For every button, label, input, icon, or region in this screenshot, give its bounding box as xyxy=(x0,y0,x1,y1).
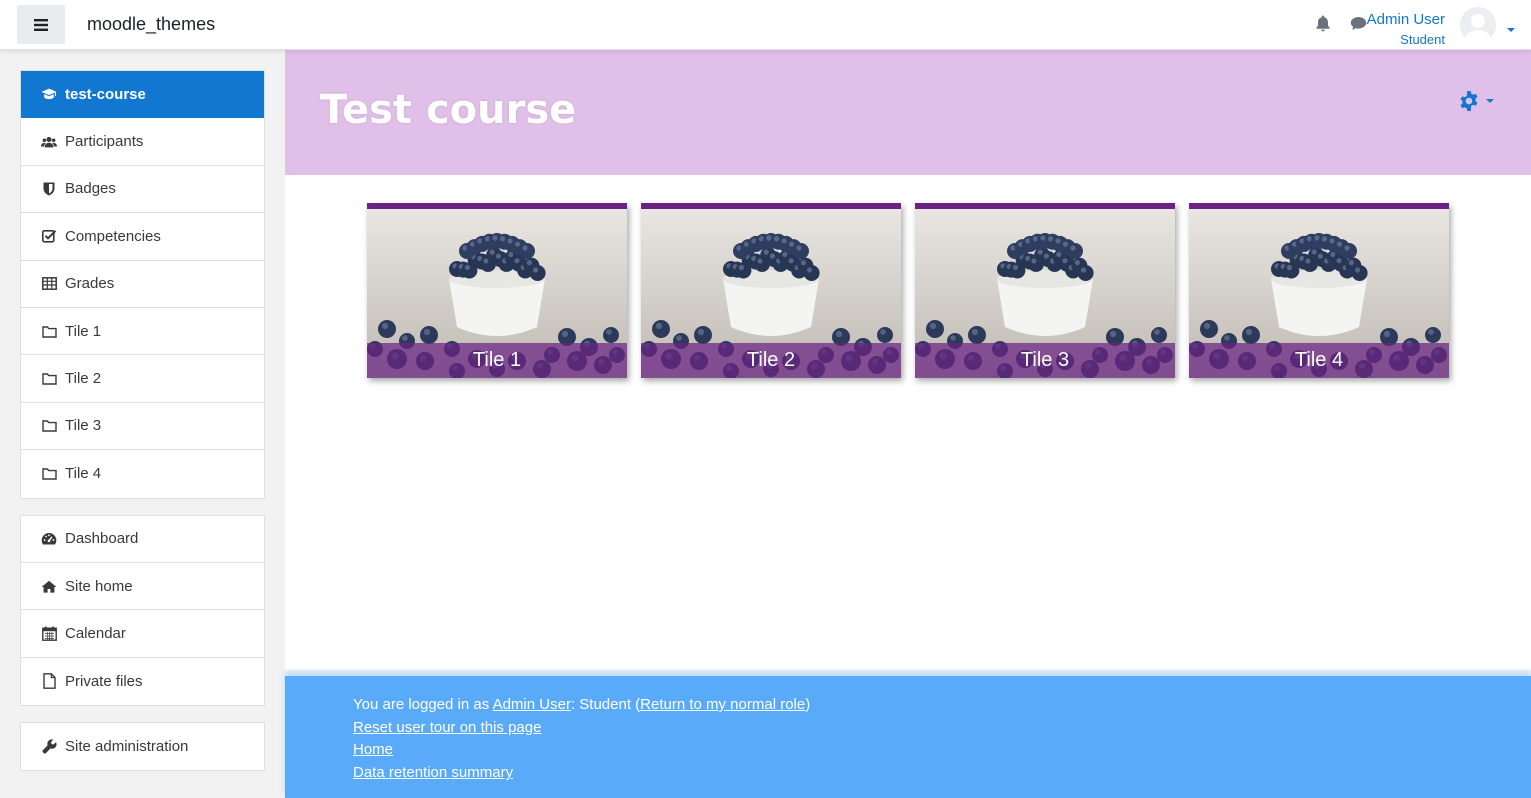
sidebar-item-label: Grades xyxy=(65,275,115,293)
sidebar-item-label: Competencies xyxy=(65,227,161,245)
nav-drawer-toggle-button[interactable] xyxy=(17,5,65,44)
role-text: : Student ( xyxy=(570,696,641,713)
shield-icon xyxy=(41,181,57,197)
user-avatar-icon xyxy=(1460,7,1496,43)
sidebar-item-label: Badges xyxy=(65,180,116,198)
nav-drawer: test-course Participants Badges Competen… xyxy=(20,70,265,787)
folder-icon xyxy=(41,323,57,339)
user-profile-link[interactable]: Admin User xyxy=(493,696,571,713)
page-footer: You are logged in as Admin User: Student… xyxy=(285,676,1531,798)
sidebar-item-label: Tile 4 xyxy=(65,465,102,483)
graduation-cap-icon xyxy=(41,86,57,102)
sidebar-item-label: Tile 2 xyxy=(65,370,102,388)
top-navbar: moodle_themes Admin User Student xyxy=(0,0,1531,50)
sidebar-item-tile-4[interactable]: Tile 4 xyxy=(21,450,264,497)
bell-icon xyxy=(1316,15,1330,32)
sidebar-item-label: Tile 3 xyxy=(65,417,102,435)
course-settings-menu-button[interactable] xyxy=(1458,90,1495,112)
check-square-icon xyxy=(41,228,57,244)
sidebar-item-label: Tile 1 xyxy=(65,322,102,340)
tile-label: Tile 4 xyxy=(1189,343,1449,378)
folder-icon xyxy=(41,466,57,482)
wrench-icon xyxy=(41,739,57,755)
sidebar-item-label: Dashboard xyxy=(65,530,139,548)
sidebar-item-label: Calendar xyxy=(65,624,126,642)
site-brand[interactable]: moodle_themes xyxy=(87,14,215,35)
avatar[interactable] xyxy=(1460,7,1496,43)
data-retention-summary-link[interactable]: Data retention summary xyxy=(353,764,513,781)
course-header: Test course xyxy=(285,50,1531,175)
login-info: You are logged in as Admin User: Student… xyxy=(353,694,810,717)
sidebar-item-badges[interactable]: Badges xyxy=(21,166,264,214)
sidebar-item-tile-3[interactable]: Tile 3 xyxy=(21,403,264,451)
table-icon xyxy=(41,276,57,292)
sidebar-item-label: Participants xyxy=(65,133,144,151)
chevron-down-icon xyxy=(1486,99,1494,103)
main-content: Tile 1 Tile 2 Tile 3 Tile 4 xyxy=(285,175,1531,670)
sidebar-item-tile-2[interactable]: Tile 2 xyxy=(21,355,264,403)
users-icon xyxy=(41,134,57,150)
user-menu[interactable]: Admin User Student xyxy=(1367,5,1520,47)
notifications-button[interactable] xyxy=(1315,15,1331,37)
user-name[interactable]: Admin User xyxy=(1367,11,1445,28)
dashboard-icon xyxy=(41,531,57,547)
calendar-icon xyxy=(41,625,57,641)
tile-label: Tile 1 xyxy=(367,343,627,378)
tile-label: Tile 3 xyxy=(915,343,1175,378)
return-to-normal-role-link[interactable]: Return to my normal role xyxy=(640,696,805,713)
tile-label: Tile 2 xyxy=(641,343,901,378)
site-nav-group: Dashboard Site home Calendar Private fil… xyxy=(20,514,265,707)
sidebar-item-competencies[interactable]: Competencies xyxy=(21,213,264,261)
home-link[interactable]: Home xyxy=(353,741,393,758)
reset-user-tour-link[interactable]: Reset user tour on this page xyxy=(353,719,541,736)
file-icon xyxy=(41,673,57,690)
gear-icon xyxy=(1460,91,1478,111)
course-nav-group: test-course Participants Badges Competen… xyxy=(20,70,265,499)
home-icon xyxy=(41,578,57,594)
tile-card[interactable]: Tile 3 xyxy=(915,203,1175,378)
sidebar-item-private-files[interactable]: Private files xyxy=(21,658,264,705)
admin-nav-group: Site administration xyxy=(20,722,265,772)
sidebar-item-site-home[interactable]: Site home xyxy=(21,563,264,611)
sidebar-item-tile-1[interactable]: Tile 1 xyxy=(21,308,264,356)
sidebar-item-participants[interactable]: Participants xyxy=(21,118,264,166)
tile-card[interactable]: Tile 4 xyxy=(1189,203,1449,378)
chevron-down-icon[interactable] xyxy=(1506,20,1516,38)
page-title: Test course xyxy=(320,87,577,133)
tile-card[interactable]: Tile 2 xyxy=(641,203,901,378)
close-paren: ) xyxy=(805,696,811,713)
chat-bubble-icon xyxy=(1350,17,1367,30)
sidebar-item-label: Site home xyxy=(65,577,133,595)
hamburger-icon xyxy=(34,18,48,31)
user-role: Student xyxy=(1400,32,1445,47)
sidebar-item-label: Private files xyxy=(65,672,143,690)
sidebar-item-label: test-course xyxy=(65,85,146,103)
sidebar-item-test-course[interactable]: test-course xyxy=(21,71,264,119)
folder-icon xyxy=(41,371,57,387)
login-prefix: You are logged in as xyxy=(353,696,493,713)
sidebar-item-label: Site administration xyxy=(65,738,189,756)
tile-card[interactable]: Tile 1 xyxy=(367,203,627,378)
sidebar-item-calendar[interactable]: Calendar xyxy=(21,610,264,658)
messages-button[interactable] xyxy=(1350,16,1367,36)
sidebar-item-dashboard[interactable]: Dashboard xyxy=(21,516,264,563)
sidebar-item-site-administration[interactable]: Site administration xyxy=(21,723,264,770)
sidebar-item-grades[interactable]: Grades xyxy=(21,261,264,308)
folder-icon xyxy=(41,418,57,434)
